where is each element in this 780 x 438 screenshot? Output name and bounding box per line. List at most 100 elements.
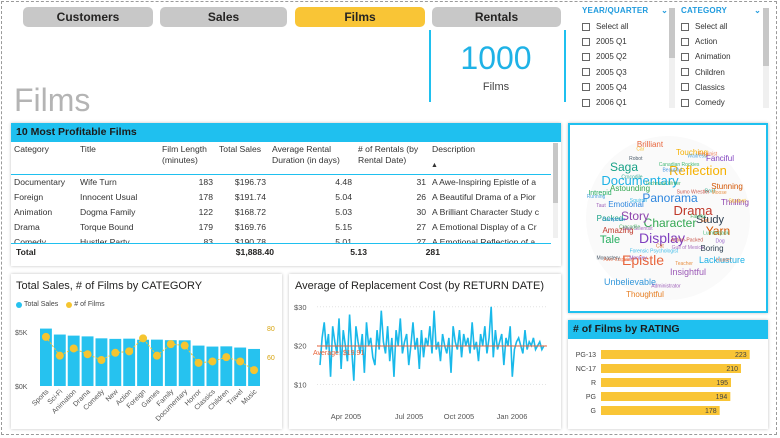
chevron-down-icon[interactable]: ⌄ <box>754 6 761 15</box>
rating-label: PG-13 <box>576 352 596 359</box>
x-tick-label: Jul 2005 <box>395 412 423 421</box>
slicer-option[interactable]: Children <box>681 65 761 80</box>
word-cloud-word: Running <box>587 194 606 200</box>
table-body: Documentary Wife Turn 183 $196.73 4.48 31 A Aw… <box>11 174 551 249</box>
bar-total-sales <box>109 338 122 386</box>
word-cloud-word: Monkey <box>629 256 647 262</box>
checkbox[interactable] <box>582 83 590 92</box>
table-cell: A Brilliant Character Study c <box>432 206 539 217</box>
total-duration: 5.13 <box>350 246 367 257</box>
slicer-option-label: Children <box>695 67 725 77</box>
bar-total-sales <box>220 346 233 386</box>
slicer-option[interactable]: 2005 Q4 <box>582 80 668 95</box>
column-header[interactable]: Category <box>11 142 77 174</box>
slicer-option[interactable]: 2005 Q2 <box>582 49 668 64</box>
table-cell: 5.15 <box>335 221 352 232</box>
slicer-option-label: Action <box>695 37 718 47</box>
slicer-option[interactable]: Select all <box>681 19 761 34</box>
column-header[interactable]: Average Rental Duration (in days) <box>269 142 355 174</box>
bar-total-sales <box>81 336 94 386</box>
total-rentals: 281 <box>425 246 440 257</box>
slicer-option-label: 2005 Q4 <box>596 82 627 92</box>
rating-value: 210 <box>726 366 738 373</box>
y2-tick-label: 60 <box>267 355 275 362</box>
checkbox[interactable] <box>681 22 689 31</box>
point-num-films <box>208 357 217 366</box>
table-cell: 183 <box>198 176 213 187</box>
slicer-scrollbar[interactable] <box>669 8 675 108</box>
x-tick-label: Apr 2005 <box>331 412 361 421</box>
word-cloud-word: Feminist <box>698 151 718 157</box>
table-cell: A Emotional Display of a Cr <box>432 221 537 232</box>
table-cell: 5.03 <box>335 206 352 217</box>
point-num-films <box>69 344 78 353</box>
page-title: Films <box>14 82 91 118</box>
rating-bar <box>601 378 731 387</box>
table-row[interactable]: Documentary Wife Turn 183 $196.73 4.48 31 A Aw… <box>11 174 551 189</box>
slicer-option-label: 2005 Q2 <box>596 52 627 62</box>
slicer-year-quarter[interactable]: YEAR/QUARTER ⌄ Select all 2005 Q1 2005 Q2 2… <box>582 6 668 110</box>
table-cell: Animation <box>14 206 53 217</box>
tab-films[interactable]: Films <box>295 7 425 27</box>
column-header[interactable]: Total Sales <box>216 142 269 174</box>
table-row[interactable]: Drama Torque Bound 179 $169.76 5.15 27 A Emoti… <box>11 219 551 234</box>
word-cloud-word: Astounding <box>610 184 650 193</box>
checkbox[interactable] <box>681 68 689 77</box>
rating-value: 194 <box>716 394 728 401</box>
word-cloud-word: Crocodile <box>621 175 642 181</box>
point-num-films <box>83 350 92 359</box>
checkbox[interactable] <box>582 52 590 61</box>
slicer-category-header: CATEGORY ⌄ <box>681 6 761 15</box>
column-header[interactable]: Film Length (minutes) <box>159 142 216 174</box>
rating-value: 195 <box>716 380 728 387</box>
bar-total-sales <box>123 338 136 386</box>
word-cloud-word: Administrator <box>651 283 681 289</box>
word-cloud-word: Taut <box>596 203 606 209</box>
slicer-option[interactable]: Animation <box>681 49 761 64</box>
tab-sales[interactable]: Sales <box>160 7 287 27</box>
checkbox[interactable] <box>681 52 689 61</box>
checkbox[interactable] <box>681 37 689 46</box>
table-cell: $196.73 <box>234 176 266 187</box>
x-tick-label: Jan 2006 <box>497 412 528 421</box>
point-num-films <box>139 334 148 343</box>
checkbox[interactable] <box>681 83 689 92</box>
tab-customers[interactable]: Customers <box>23 7 153 27</box>
checkbox[interactable] <box>681 98 689 107</box>
rating-bar <box>601 350 750 359</box>
slicer-category[interactable]: CATEGORY ⌄ Select all Action Animation Chil… <box>681 6 761 110</box>
slicer-option[interactable]: 2005 Q1 <box>582 34 668 49</box>
word-cloud-word: Dog <box>715 238 724 244</box>
chevron-down-icon[interactable]: ⌄ <box>661 6 668 15</box>
word-cloud-word: Canadian Rockies <box>659 162 700 168</box>
column-header[interactable]: # of Rentals (by Rental Date) <box>355 142 429 174</box>
table-cell: Drama <box>14 221 40 232</box>
column-header[interactable]: Description ▲ <box>429 142 551 174</box>
slicer-option[interactable]: 2006 Q1 <box>582 95 668 110</box>
bar-total-sales <box>67 335 80 386</box>
point-num-films <box>125 347 134 356</box>
checkbox[interactable] <box>582 98 590 107</box>
table-row[interactable]: Foreign Innocent Usual 178 $191.74 5.04 26 A B… <box>11 189 551 204</box>
table-row[interactable]: Animation Dogma Family 122 $168.72 5.03 30 A B… <box>11 204 551 219</box>
slicer-option-label: Classics <box>695 82 725 92</box>
slicer-option[interactable]: Select all <box>582 19 668 34</box>
point-num-films <box>41 332 50 341</box>
sort-ascending-icon[interactable]: ▲ <box>431 160 438 171</box>
tab-rentals[interactable]: Rentals <box>432 7 561 27</box>
bar-total-sales <box>234 347 247 386</box>
slicer-scrollbar[interactable] <box>763 8 769 108</box>
table-scrollbar[interactable] <box>553 143 558 238</box>
slicer-option[interactable]: Action <box>681 34 761 49</box>
slicer-option[interactable]: Comedy <box>681 95 761 110</box>
rating-value: 223 <box>735 352 747 359</box>
column-header[interactable]: Title <box>77 142 159 174</box>
checkbox[interactable] <box>582 68 590 77</box>
slicer-option[interactable]: 2005 Q3 <box>582 65 668 80</box>
slicer-option[interactable]: Classics <box>681 80 761 95</box>
slicer-year-quarter-list: Select all 2005 Q1 2005 Q2 2005 Q3 2005 Q4 20… <box>582 19 668 110</box>
checkbox[interactable] <box>582 37 590 46</box>
checkbox[interactable] <box>582 22 590 31</box>
y-tick-label: $20 <box>294 342 307 351</box>
point-num-films <box>194 358 203 367</box>
